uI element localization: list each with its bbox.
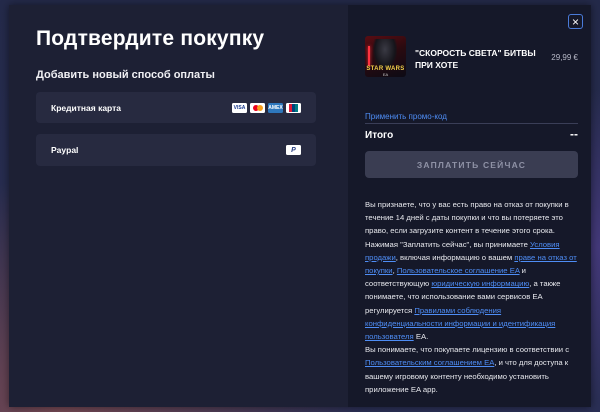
payment-option-paypal[interactable]: Paypal P	[36, 134, 316, 166]
user-agreement-link[interactable]: Пользовательское соглашение EA	[397, 266, 520, 275]
pay-now-button[interactable]: ЗАПЛАТИТЬ СЕЙЧАС	[365, 151, 578, 178]
page-title: Подтвердите покупку	[36, 27, 265, 50]
add-payment-heading: Добавить новый способ оплаты	[36, 69, 215, 81]
paypal-icon: P	[286, 145, 301, 155]
visa-icon: VISA	[232, 102, 247, 113]
game-price: 29,99 €	[551, 53, 578, 62]
close-button[interactable]: ×	[568, 14, 583, 29]
paypal-logos: P	[286, 145, 301, 155]
card-logos: VISA AMEX	[232, 102, 301, 113]
purchase-modal: Подтвердите покупку Добавить новый спосо…	[9, 5, 591, 407]
legal-text: Вы признаете, что у вас есть право на от…	[365, 198, 579, 396]
game-item: STAR WARS EA "СКОРОСТЬ СВЕТА" БИТВЫ ПРИ …	[365, 36, 578, 77]
legal-info-link[interactable]: юридическую информацию	[431, 279, 529, 288]
game-title: "СКОРОСТЬ СВЕТА" БИТВЫ ПРИ ХОТЕ	[415, 48, 536, 70]
apply-promo-code-link[interactable]: Применить промо-код	[365, 112, 447, 121]
amex-icon: AMEX	[268, 102, 283, 113]
total-value: --	[570, 127, 578, 141]
legal-paragraph-2: Вы понимаете, что покупаете лицензию в с…	[365, 345, 570, 394]
mastercard-icon	[250, 102, 265, 113]
game-cover-image: STAR WARS EA	[365, 36, 406, 77]
payment-panel: Подтвердите покупку Добавить новый спосо…	[9, 5, 348, 407]
payment-option-label: Paypal	[51, 145, 79, 155]
total-label: Итого	[365, 130, 394, 141]
user-agreement-link-2[interactable]: Пользовательским соглашением EA	[365, 358, 494, 367]
cover-publisher-text: EA	[382, 72, 389, 77]
payment-option-label: Кредитная карта	[51, 102, 122, 113]
payment-option-credit-card[interactable]: Кредитная карта VISA AMEX	[36, 92, 316, 123]
divider	[365, 123, 578, 124]
order-summary-panel: × STAR WARS EA "СКОРОСТЬ СВЕТА" БИТВЫ ПР…	[348, 5, 591, 407]
unionpay-icon	[286, 102, 301, 113]
legal-paragraph-1: Вы признаете, что у вас есть право на от…	[365, 200, 577, 342]
